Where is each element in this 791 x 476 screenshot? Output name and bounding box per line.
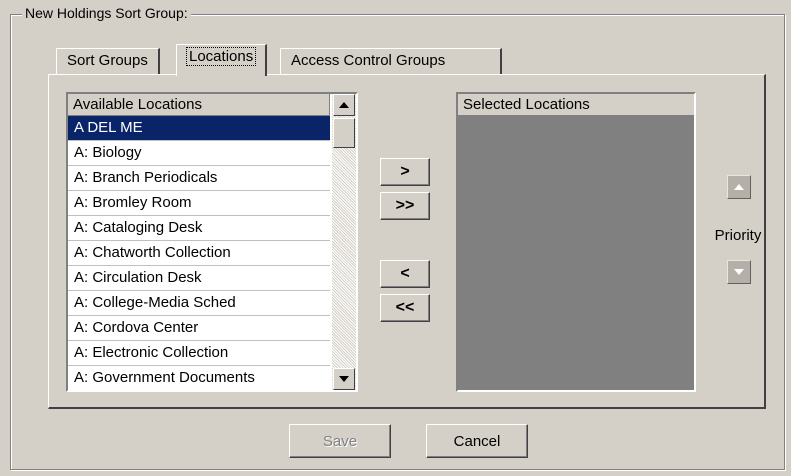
available-locations-list[interactable]: Available Locations A DEL ME A: Biology …: [66, 92, 358, 392]
list-item[interactable]: A: Electronic Collection: [68, 341, 330, 366]
list-item[interactable]: A: Chatworth Collection: [68, 241, 330, 266]
list-item[interactable]: A: Biology: [68, 141, 330, 166]
tab-locations-label: Locations: [185, 47, 257, 66]
tab-locations[interactable]: Locations: [176, 44, 268, 76]
selected-locations-header[interactable]: Selected Locations: [458, 94, 694, 116]
priority-label: Priority: [714, 227, 762, 244]
list-item[interactable]: A: Cordova Center: [68, 316, 330, 341]
arrow-down-icon: [734, 269, 744, 275]
tab-access-control-groups-label: Access Control Groups: [291, 52, 446, 69]
list-item[interactable]: A: Bromley Room: [68, 191, 330, 216]
selected-locations-list[interactable]: Selected Locations: [456, 92, 696, 392]
remove-location-button[interactable]: <: [380, 260, 430, 288]
group-title: New Holdings Sort Group:: [22, 4, 191, 22]
list-item[interactable]: A DEL ME: [68, 116, 330, 141]
arrow-up-icon: [734, 184, 744, 190]
list-item[interactable]: A: Cataloging Desk: [68, 216, 330, 241]
remove-all-locations-button[interactable]: <<: [380, 294, 430, 322]
add-location-button[interactable]: >: [380, 158, 430, 186]
save-button[interactable]: Save: [289, 424, 391, 458]
priority-up-button[interactable]: [727, 175, 751, 199]
list-item[interactable]: A: College-Media Sched: [68, 291, 330, 316]
priority-down-button[interactable]: [727, 260, 751, 284]
arrow-down-icon: [339, 376, 349, 382]
scroll-thumb[interactable]: [333, 118, 355, 148]
list-item[interactable]: A: Government Documents: [68, 366, 330, 390]
scroll-down-button[interactable]: [333, 368, 355, 390]
arrow-up-icon: [339, 102, 349, 108]
available-locations-header[interactable]: Available Locations: [68, 94, 330, 116]
cancel-button[interactable]: Cancel: [426, 424, 528, 458]
add-all-locations-button[interactable]: >>: [380, 192, 430, 220]
list-item[interactable]: A: Circulation Desk: [68, 266, 330, 291]
list-item[interactable]: A: Branch Periodicals: [68, 166, 330, 191]
tab-sort-groups-label: Sort Groups: [67, 52, 148, 69]
tab-sort-groups[interactable]: Sort Groups: [56, 48, 160, 74]
scroll-up-button[interactable]: [333, 94, 355, 116]
vertical-scrollbar[interactable]: [332, 94, 356, 390]
tab-access-control-groups[interactable]: Access Control Groups: [280, 48, 502, 74]
